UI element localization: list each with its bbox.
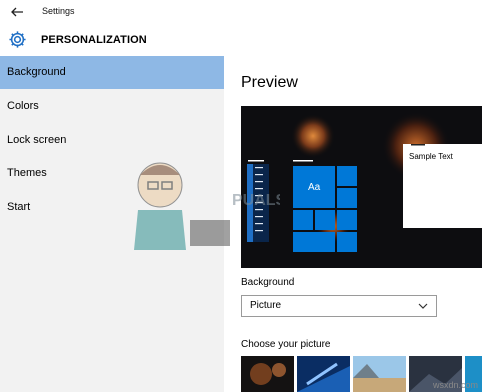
gear-icon — [9, 31, 26, 48]
background-label: Background — [241, 277, 295, 288]
background-select-value: Picture — [250, 300, 282, 311]
chevron-down-icon — [418, 303, 428, 309]
window-title: Settings — [42, 6, 75, 16]
picture-thumbnail[interactable] — [297, 356, 350, 392]
sidebar-item-colors[interactable]: Colors — [0, 90, 224, 123]
sidebar-item-background[interactable]: Background — [0, 56, 224, 89]
choose-picture-label: Choose your picture — [241, 339, 331, 350]
background-select[interactable]: Picture — [241, 295, 437, 317]
preview-sample-text: Sample Text — [409, 152, 453, 161]
svg-text:PUALS: PUALS — [232, 192, 280, 209]
title-bar: Settings — [0, 0, 482, 24]
watermark-logo: PUALS — [134, 162, 280, 250]
back-arrow-icon[interactable] — [9, 4, 25, 20]
watermark-text: wsxdn.com — [432, 380, 478, 390]
picture-thumbnail[interactable] — [241, 356, 294, 392]
preview-heading: Preview — [241, 74, 298, 91]
page-title: PERSONALIZATION — [41, 34, 147, 46]
page-header: PERSONALIZATION — [0, 24, 482, 56]
preview-tile-label: Aa — [308, 182, 321, 193]
picture-thumbnail[interactable] — [353, 356, 406, 392]
